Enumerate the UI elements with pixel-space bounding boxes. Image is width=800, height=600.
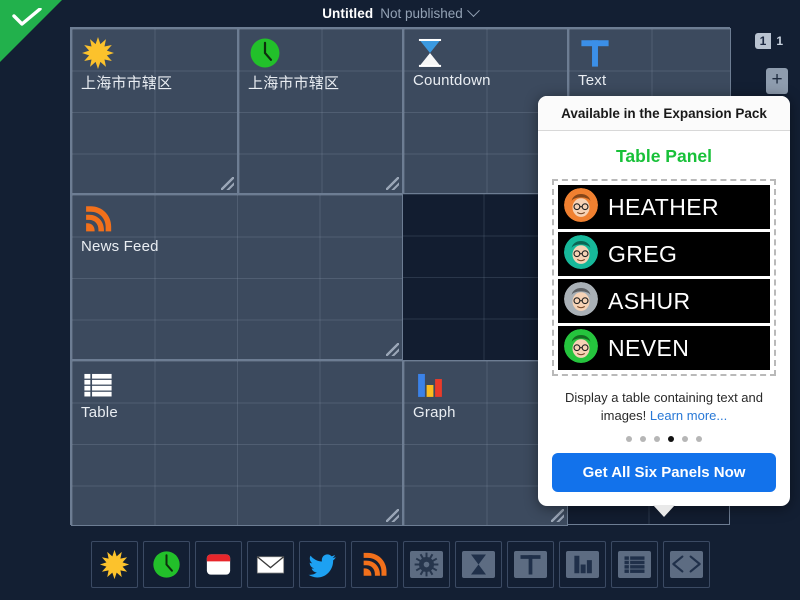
canvas-panel-weather[interactable]: 上海市市辖区 — [71, 28, 238, 194]
toolbar-item-calendar[interactable] — [194, 540, 242, 588]
expansion-pack-popup: Available in the Expansion Pack Table Pa… — [538, 96, 790, 518]
toolbar-item-countdown[interactable] — [454, 540, 502, 588]
panel-label: Table — [81, 404, 118, 421]
toolbar-item-mail[interactable] — [246, 540, 294, 588]
table-preview-row: ASHUR — [558, 279, 770, 323]
canvas-panel-clock[interactable]: 上海市市辖区 — [238, 28, 403, 194]
table-preview-row: HEATHER — [558, 185, 770, 229]
page-counter-total: 1 — [771, 33, 788, 49]
table-preview: HEATHER GREG ASHUR NEVEN — [552, 179, 776, 376]
carousel-dot[interactable] — [682, 436, 688, 443]
mail-icon — [255, 549, 286, 580]
avatar — [564, 281, 598, 321]
bar-chart-icon — [565, 550, 599, 578]
code-brackets-icon — [669, 550, 703, 578]
panel-content: Table — [72, 361, 402, 421]
panel-label: Text — [578, 72, 607, 89]
avatar — [564, 234, 598, 274]
popup-arrow — [653, 505, 675, 518]
panel-content: News Feed — [72, 195, 402, 255]
toolbar-item-table[interactable] — [610, 540, 658, 588]
rss-icon — [359, 549, 390, 580]
hourglass-icon — [413, 36, 447, 70]
canvas-panel-table[interactable]: Table — [71, 360, 403, 526]
toolbar-item-weather[interactable] — [90, 540, 138, 588]
calendar-icon — [203, 549, 234, 580]
toolbar-item-text[interactable] — [506, 540, 554, 588]
panel-content: 上海市市辖区 — [239, 29, 402, 93]
get-all-panels-button[interactable]: Get All Six Panels Now — [552, 453, 776, 493]
table-preview-name: ASHUR — [608, 287, 691, 314]
text-t-icon — [513, 550, 547, 578]
gear-icon — [409, 550, 443, 578]
panel-content: Text — [569, 29, 730, 89]
hourglass-icon — [461, 550, 495, 578]
clock-icon — [151, 549, 182, 580]
canvas-panel-newsfeed[interactable]: News Feed — [71, 194, 403, 360]
toolbar-item-code[interactable] — [662, 540, 710, 588]
panel-resize-handle[interactable] — [221, 177, 234, 190]
clock-icon — [248, 36, 282, 70]
sun-icon — [81, 36, 115, 70]
learn-more-link[interactable]: Learn more... — [650, 408, 727, 423]
panel-label: 上海市市辖区 — [81, 75, 173, 92]
text-t-icon — [578, 36, 612, 70]
sun-icon — [99, 549, 130, 580]
page-counter: 1 1 — [754, 33, 788, 49]
twitter-icon — [307, 549, 338, 580]
add-page-button[interactable]: + — [766, 68, 788, 94]
panel-resize-handle[interactable] — [551, 509, 564, 522]
bar-chart-icon — [413, 368, 447, 402]
toolbar-item-settings[interactable] — [402, 540, 450, 588]
carousel-dot[interactable] — [668, 436, 674, 443]
table-preview-row: GREG — [558, 232, 770, 276]
app-root: Untitled Not published 1 1 + 上海市市辖区 上海市市… — [0, 0, 800, 600]
table-preview-name: HEATHER — [608, 193, 719, 220]
panel-content: 上海市市辖区 — [72, 29, 237, 93]
table-preview-row: NEVEN — [558, 326, 770, 370]
panel-label: Countdown — [413, 72, 491, 89]
carousel-dot[interactable] — [654, 436, 660, 443]
avatar — [564, 328, 598, 368]
table-preview-name: GREG — [608, 240, 678, 267]
toolbar-item-clock[interactable] — [142, 540, 190, 588]
carousel-dot[interactable] — [626, 436, 632, 443]
toolbar-item-graph[interactable] — [558, 540, 606, 588]
panel-resize-handle[interactable] — [386, 343, 399, 356]
carousel-dot[interactable] — [696, 436, 702, 443]
table-preview-name: NEVEN — [608, 334, 690, 361]
toolbar-item-twitter[interactable] — [298, 540, 346, 588]
top-bar: Untitled Not published — [0, 0, 800, 27]
panel-label: 上海市市辖区 — [248, 75, 340, 92]
bottom-toolbar — [0, 528, 800, 600]
table-icon — [617, 550, 651, 578]
panel-resize-handle[interactable] — [386, 177, 399, 190]
carousel-dots[interactable] — [552, 436, 776, 443]
popup-description: Display a table containing text and imag… — [552, 389, 776, 424]
check-icon — [12, 8, 42, 26]
panel-label: News Feed — [81, 238, 159, 255]
carousel-dot[interactable] — [640, 436, 646, 443]
toolbar-item-rss[interactable] — [350, 540, 398, 588]
publish-status[interactable]: Not published — [380, 6, 463, 21]
popup-title: Table Panel — [616, 146, 712, 166]
rss-icon — [81, 202, 115, 236]
panel-resize-handle[interactable] — [386, 509, 399, 522]
chevron-down-icon[interactable] — [466, 4, 480, 18]
table-icon — [81, 368, 115, 402]
popup-header: Available in the Expansion Pack — [538, 96, 790, 131]
page-counter-current: 1 — [754, 33, 772, 49]
document-title: Untitled — [322, 6, 374, 21]
avatar — [564, 187, 598, 227]
panel-content: Countdown — [404, 29, 567, 89]
popup-body: Table Panel HEATHER GREG ASHUR NEVEN Dis… — [538, 131, 790, 506]
